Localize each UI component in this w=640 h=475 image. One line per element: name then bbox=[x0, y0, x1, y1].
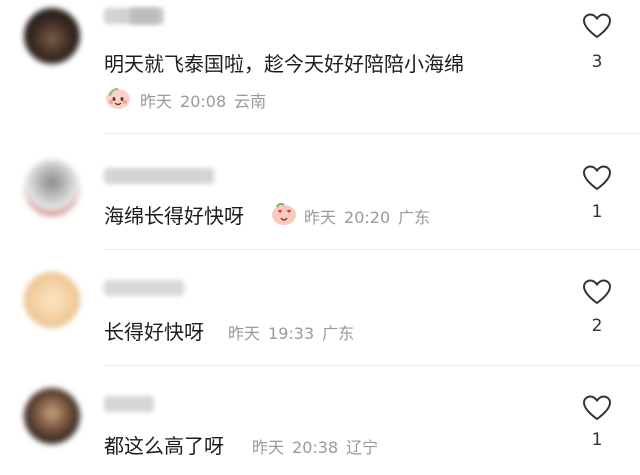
username-blurred[interactable] bbox=[130, 8, 160, 24]
comment-location: 辽宁 bbox=[346, 438, 379, 457]
comment-time: 20:38 bbox=[292, 438, 339, 457]
username-blurred[interactable] bbox=[104, 168, 214, 184]
comment-location: 云南 bbox=[234, 92, 267, 111]
comment-item[interactable]: 都这么高了呀 昨天 20:38 辽宁 1 bbox=[0, 366, 640, 475]
heart-outline-icon[interactable] bbox=[582, 394, 612, 422]
peach-emoji bbox=[106, 88, 130, 109]
avatar[interactable] bbox=[24, 388, 80, 444]
comment-location: 广东 bbox=[322, 324, 355, 343]
comment-item[interactable]: 明天就飞泰国啦，趁今天好好陪陪小海绵 昨天 20:08 云南 3 bbox=[0, 0, 640, 134]
heart-outline-icon[interactable] bbox=[582, 164, 612, 192]
like-count: 3 bbox=[591, 52, 603, 72]
comment-item[interactable]: 长得好快呀 昨天 19:33 广东 2 bbox=[0, 250, 640, 366]
comment-text: 明天就飞泰国啦，趁今天好好陪陪小海绵 bbox=[104, 52, 464, 76]
comment-item[interactable]: 海绵长得好快呀 昨天 20:20 广东 1 bbox=[0, 134, 640, 250]
comment-text: 海绵长得好快呀 bbox=[104, 204, 244, 228]
like-count: 1 bbox=[591, 430, 603, 450]
username-blurred[interactable] bbox=[104, 280, 184, 296]
like-count: 1 bbox=[591, 202, 603, 222]
peach-heart-eyes-emoji bbox=[272, 202, 296, 225]
comment-date: 昨天 bbox=[304, 208, 337, 227]
comment-location: 广东 bbox=[398, 208, 431, 227]
comment-date: 昨天 bbox=[140, 92, 173, 111]
comment-time: 20:20 bbox=[344, 208, 391, 227]
comment-time: 20:08 bbox=[180, 92, 227, 111]
like-count: 2 bbox=[591, 316, 603, 336]
comment-text: 都这么高了呀 bbox=[104, 434, 224, 458]
comment-meta: 昨天 19:33 广东 bbox=[228, 320, 362, 344]
comment-meta: 昨天 20:08 云南 bbox=[140, 88, 274, 112]
avatar[interactable] bbox=[24, 272, 80, 328]
avatar[interactable] bbox=[24, 160, 80, 216]
heart-outline-icon[interactable] bbox=[582, 278, 612, 306]
comment-date: 昨天 bbox=[252, 438, 285, 457]
username-blurred[interactable] bbox=[104, 396, 154, 412]
comment-meta: 昨天 20:20 广东 bbox=[304, 204, 438, 228]
comment-meta: 昨天 20:38 辽宁 bbox=[252, 434, 386, 458]
heart-outline-icon[interactable] bbox=[582, 12, 612, 40]
comment-text: 长得好快呀 bbox=[104, 320, 204, 344]
comment-time: 19:33 bbox=[268, 324, 315, 343]
avatar[interactable] bbox=[24, 8, 80, 64]
comment-date: 昨天 bbox=[228, 324, 261, 343]
